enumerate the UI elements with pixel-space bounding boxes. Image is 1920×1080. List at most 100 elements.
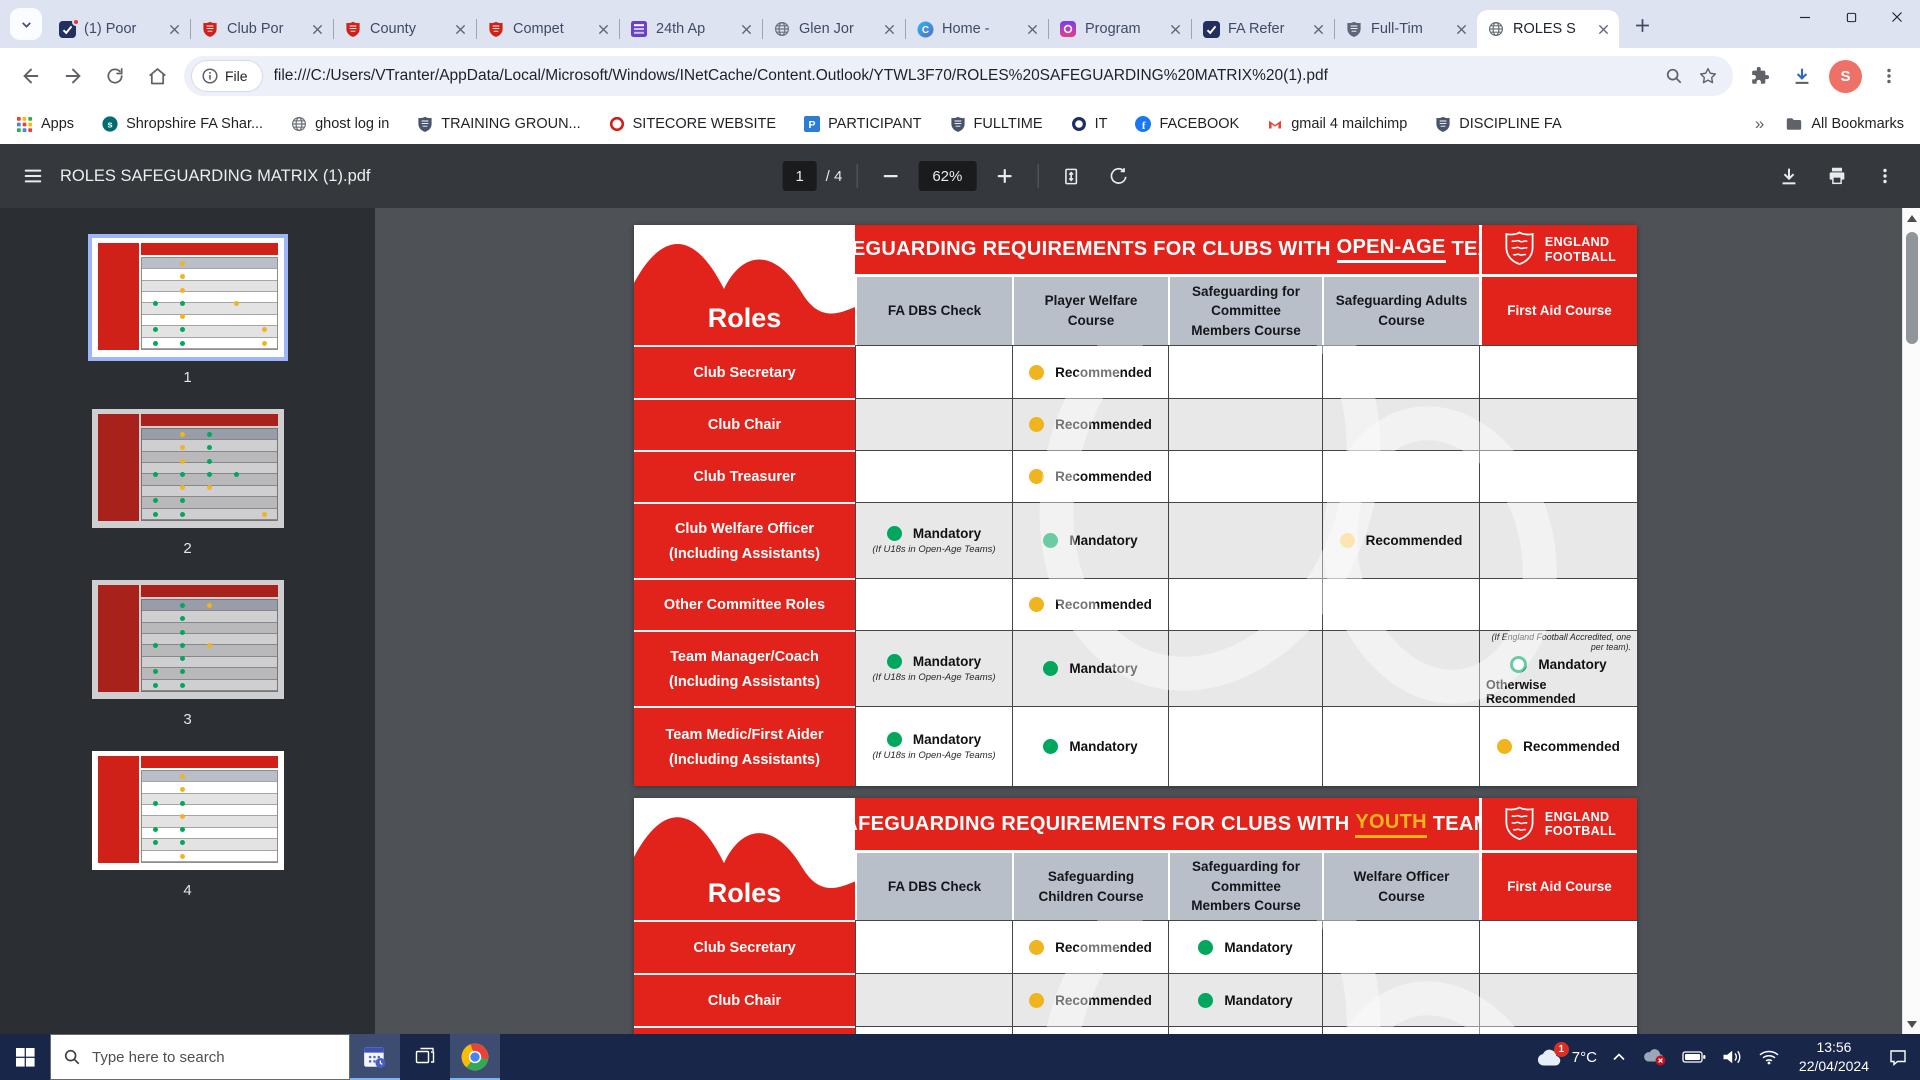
zoom-out-button[interactable]: [871, 157, 909, 195]
taskbar-search[interactable]: Type here to search: [50, 1034, 350, 1080]
network-tray-icon[interactable]: [1758, 1049, 1780, 1065]
tab-close-button[interactable]: [736, 19, 756, 39]
close-icon: [1313, 24, 1324, 35]
scrollbar-thumb[interactable]: [1906, 232, 1918, 344]
downloads-button[interactable]: [1781, 55, 1823, 97]
tab-close-button[interactable]: [879, 19, 899, 39]
rotate-button[interactable]: [1099, 157, 1137, 195]
start-button[interactable]: [0, 1034, 50, 1080]
tab-close-button[interactable]: [1308, 19, 1328, 39]
role-cell-other-committee-roles: Other Committee Roles: [634, 578, 855, 630]
zoom-in-button[interactable]: [985, 157, 1023, 195]
page-number-input[interactable]: 1: [783, 161, 817, 191]
taskbar-calendar-app[interactable]: [350, 1034, 400, 1080]
new-tab-button[interactable]: [1627, 10, 1657, 40]
back-button[interactable]: [10, 55, 52, 97]
forward-button[interactable]: [52, 55, 94, 97]
tab-program[interactable]: Program: [1049, 10, 1191, 48]
tab-compet[interactable]: Compet: [477, 10, 619, 48]
pdf-print-button[interactable]: [1818, 157, 1856, 195]
scrollbar[interactable]: [1902, 208, 1920, 1034]
bookmark-discipline-fa[interactable]: DISCIPLINE FA: [1435, 116, 1561, 133]
bookmarks-overflow-button[interactable]: »: [1755, 114, 1765, 134]
scroll-down-arrow[interactable]: [1903, 1014, 1920, 1034]
tabs-container: (1) Poor Club PorCountyCompet24th ApGlen …: [48, 10, 1619, 48]
tab-close-button[interactable]: [1165, 19, 1185, 39]
bookmark-facebook[interactable]: fFACEBOOK: [1135, 116, 1239, 132]
task-view-button[interactable]: [400, 1034, 450, 1080]
tab-title: (1) Poor: [84, 21, 160, 37]
search-icon: [63, 1048, 81, 1066]
maximize-button[interactable]: [1828, 0, 1874, 34]
yellow-dot-icon: [180, 485, 185, 490]
tab-glen-jor[interactable]: Glen Jor: [763, 10, 905, 48]
tab-close-button[interactable]: [1593, 19, 1613, 39]
volume-tray-icon[interactable]: [1721, 1049, 1743, 1065]
bookmark-sitecore-website[interactable]: SITECORE WEBSITE: [609, 116, 776, 132]
profile-avatar[interactable]: S: [1829, 60, 1862, 93]
back-arrow-icon: [20, 65, 42, 87]
tab-roles-s[interactable]: ROLES S: [1477, 10, 1619, 48]
tab-1-poor[interactable]: (1) Poor: [48, 10, 190, 48]
pdf-more-button[interactable]: [1866, 157, 1904, 195]
tab-24th-ap[interactable]: 24th Ap: [620, 10, 762, 48]
zoom-level[interactable]: 62%: [918, 161, 976, 191]
tab-fa-refer[interactable]: FA Refer: [1192, 10, 1334, 48]
tab-county[interactable]: County: [334, 10, 476, 48]
bookmark-fulltime[interactable]: FULLTIME: [950, 116, 1043, 133]
apps-shortcut[interactable]: Apps: [16, 116, 74, 133]
page-thumbnail-3[interactable]: [92, 580, 284, 699]
tab-close-button[interactable]: [450, 19, 470, 39]
weather-widget[interactable]: 1 7°C: [1536, 1047, 1597, 1067]
bookmark-training-groun[interactable]: TRAINING GROUN...: [417, 116, 580, 133]
page-thumbnail-4[interactable]: [92, 751, 284, 870]
address-bar[interactable]: File file:///C:/Users/VTranter/AppData/L…: [184, 56, 1733, 96]
tab-close-button[interactable]: [1022, 19, 1042, 39]
tab-search-button[interactable]: [10, 8, 42, 40]
hidden-icons-button[interactable]: [1612, 1052, 1626, 1062]
scroll-up-arrow[interactable]: [1903, 208, 1920, 228]
pdf-download-button[interactable]: [1770, 157, 1808, 195]
all-bookmarks-button[interactable]: All Bookmarks: [1785, 115, 1904, 133]
pdf-menu-button[interactable]: [14, 157, 52, 195]
taskbar-chrome-app[interactable]: [450, 1034, 500, 1080]
file-scheme-chip[interactable]: File: [192, 61, 262, 91]
reload-button[interactable]: [94, 55, 136, 97]
tab-close-button[interactable]: [593, 19, 613, 39]
matrix-cell: [1479, 578, 1637, 630]
page-thumbnail-1[interactable]: [92, 238, 284, 357]
browser-menu-button[interactable]: [1868, 55, 1910, 97]
matrix-cell: Mandatory: [1012, 706, 1168, 786]
tab-club-por[interactable]: Club Por: [191, 10, 333, 48]
yellow-dot-icon: [262, 341, 267, 346]
action-center-button[interactable]: [1888, 1047, 1908, 1067]
bookmark-star-button[interactable]: [1691, 59, 1725, 93]
home-button[interactable]: [136, 55, 178, 97]
green-dot-icon: [180, 512, 185, 517]
bookmark-participant[interactable]: PPARTICIPANT: [804, 116, 921, 132]
yellow-dot-icon: [180, 459, 185, 464]
close-icon: [741, 24, 752, 35]
requirement: Mandatory: [1198, 940, 1292, 955]
taskbar-clock[interactable]: 13:56 22/04/2024: [1799, 1038, 1869, 1076]
bookmark-shropshire-fa-shar[interactable]: sShropshire FA Shar...: [102, 116, 263, 132]
fit-page-button[interactable]: [1052, 157, 1090, 195]
bookmark-ghost-log-in[interactable]: ghost log in: [291, 116, 389, 132]
extensions-button[interactable]: [1739, 55, 1781, 97]
page-thumbnail-2[interactable]: [92, 409, 284, 528]
green-dot-icon: [887, 526, 902, 541]
bookmark-it[interactable]: IT: [1071, 116, 1108, 132]
zoom-indicator-button[interactable]: [1657, 59, 1691, 93]
tab-full-tim[interactable]: Full-Tim: [1335, 10, 1477, 48]
tab-close-button[interactable]: [1451, 19, 1471, 39]
bookmark-gmail-4-mailchimp[interactable]: gmail 4 mailchimp: [1267, 116, 1407, 132]
tab-close-button[interactable]: [307, 19, 327, 39]
green-dot-icon: [153, 472, 158, 477]
close-button[interactable]: [1874, 0, 1920, 34]
minimize-button[interactable]: [1782, 0, 1828, 34]
onedrive-tray-icon[interactable]: [1641, 1048, 1667, 1066]
tab-home[interactable]: CHome -: [906, 10, 1048, 48]
battery-tray-icon[interactable]: [1682, 1050, 1706, 1064]
tab-close-button[interactable]: [164, 19, 184, 39]
thumbnail-item: 2: [0, 409, 375, 557]
